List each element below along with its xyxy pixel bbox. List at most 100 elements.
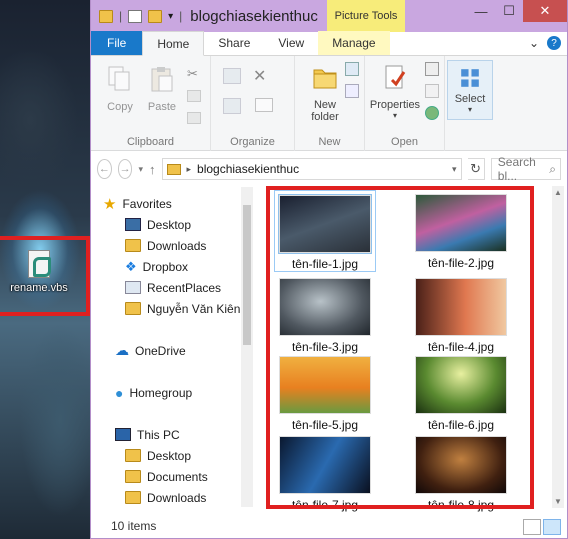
properties-qat-icon[interactable] <box>128 9 143 23</box>
paste-icon <box>151 67 173 92</box>
file-item[interactable]: tên-file-3.jpg <box>274 278 376 354</box>
status-bar: 10 items <box>91 514 567 538</box>
open-icon[interactable] <box>425 62 439 76</box>
back-button[interactable]: ← <box>97 159 112 179</box>
ribbon-group-organize: ✕ Organize <box>211 56 295 151</box>
tab-file[interactable]: File <box>91 31 143 55</box>
nav-dropbox[interactable]: ❖ Dropbox <box>125 256 188 277</box>
chevron-down-icon[interactable]: ▾ <box>452 164 457 175</box>
delete-icon[interactable]: ✕ <box>253 66 273 85</box>
nav-pc-desktop[interactable]: Desktop <box>125 445 191 466</box>
search-input[interactable]: Search bl... ⌕ <box>490 155 561 183</box>
image-thumbnail <box>415 278 507 336</box>
scroll-down-icon[interactable]: ▼ <box>554 497 562 506</box>
folder-icon <box>125 470 141 483</box>
nav-user-folder[interactable]: Nguyễn Văn Kiên <box>125 298 240 319</box>
new-folder-qat-icon[interactable] <box>148 9 163 23</box>
paste-shortcut-icon[interactable] <box>187 112 201 124</box>
nav-pc-downloads[interactable]: Downloads <box>125 487 206 508</box>
navigation-pane: ★ Favorites Desktop Downloads ❖ Dropbox … <box>91 187 253 508</box>
chevron-right-icon: ▸ <box>186 163 192 174</box>
recent-locations-icon[interactable]: ▾ <box>138 164 143 175</box>
copy-to-icon[interactable] <box>223 98 241 114</box>
new-folder-button[interactable]: New folder <box>303 62 347 123</box>
nav-pc-documents[interactable]: Documents <box>125 466 208 487</box>
address-bar[interactable]: ▸ blogchiasekienthuc ▾ <box>161 158 462 180</box>
edit-icon[interactable] <box>425 84 439 98</box>
tab-manage[interactable]: Manage <box>318 31 390 55</box>
tab-view[interactable]: View <box>264 31 318 55</box>
file-item[interactable]: tên-file-1.jpg <box>274 190 376 272</box>
open-group-label: Open <box>391 136 418 148</box>
ribbon-tabs: File Home Share View Manage ⌄ ? <box>91 31 567 56</box>
image-thumbnail <box>279 436 371 494</box>
image-thumbnail <box>415 194 507 252</box>
file-item[interactable]: tên-file-5.jpg <box>274 356 376 432</box>
details-view-button[interactable] <box>523 519 541 535</box>
nav-desktop[interactable]: Desktop <box>125 214 191 235</box>
rename-icon[interactable] <box>255 98 273 112</box>
downloads-folder-icon <box>125 239 141 252</box>
minimize-button[interactable]: — <box>467 0 495 22</box>
file-list-scrollbar[interactable]: ▲ ▼ <box>552 186 564 508</box>
move-to-icon[interactable] <box>223 68 241 84</box>
copy-button[interactable]: Copy <box>101 64 139 113</box>
new-group-label: New <box>318 136 341 148</box>
address-bar-row: ← → ▾ ↑ ▸ blogchiasekienthuc ▾ ↻ Search … <box>91 151 567 187</box>
folder-icon <box>166 163 181 175</box>
copy-icon <box>108 66 130 91</box>
chevron-down-icon[interactable]: ▾ <box>168 11 173 22</box>
new-item-icon[interactable] <box>345 62 359 76</box>
maximize-button[interactable]: ☐ <box>495 0 523 22</box>
file-item[interactable]: tên-file-8.jpg <box>410 436 512 512</box>
file-item[interactable]: tên-file-4.jpg <box>410 278 512 354</box>
copy-path-icon[interactable] <box>187 90 201 102</box>
organize-group-label: Organize <box>230 136 275 148</box>
quick-access-toolbar: | ▾ | <box>91 9 182 23</box>
nav-downloads[interactable]: Downloads <box>125 235 206 256</box>
up-arrow-icon[interactable]: ↑ <box>149 162 156 177</box>
tab-share[interactable]: Share <box>204 31 264 55</box>
nav-recentplaces[interactable]: RecentPlaces <box>125 277 221 298</box>
address-path: blogchiasekienthuc <box>197 162 300 176</box>
select-button[interactable]: Select ▾ <box>447 60 493 120</box>
desktop-icon <box>125 218 141 231</box>
picture-tools-context-label: Picture Tools <box>327 0 405 32</box>
cut-icon[interactable]: ✂ <box>187 66 201 81</box>
nav-onedrive[interactable]: ☁ OneDrive <box>115 340 186 361</box>
file-item[interactable]: tên-file-7.jpg <box>274 436 376 512</box>
history-icon[interactable] <box>425 106 439 120</box>
image-thumbnail <box>415 356 507 414</box>
properties-button[interactable]: Properties ▾ <box>367 62 423 120</box>
tab-home[interactable]: Home <box>142 31 205 56</box>
title-bar: | ▾ | blogchiasekienthuc Picture Tools —… <box>91 0 567 32</box>
file-item[interactable]: tên-file-2.jpg <box>410 194 512 270</box>
nav-this-pc[interactable]: This PC <box>115 424 180 445</box>
clipboard-group-label: Clipboard <box>126 136 175 148</box>
nav-favorites[interactable]: ★ Favorites <box>103 193 172 214</box>
large-icons-view-button[interactable] <box>543 519 561 535</box>
folder-icon <box>99 9 113 23</box>
refresh-button[interactable]: ↻ <box>467 158 485 180</box>
scroll-up-icon[interactable]: ▲ <box>554 188 562 197</box>
nav-scrollbar-thumb[interactable] <box>243 205 251 345</box>
folder-icon <box>125 449 141 462</box>
user-folder-icon <box>125 302 141 315</box>
folder-icon <box>125 491 141 504</box>
nav-scrollbar[interactable] <box>241 187 253 507</box>
image-thumbnail <box>278 194 372 254</box>
forward-button[interactable]: → <box>117 159 133 179</box>
easy-access-icon[interactable] <box>345 84 359 98</box>
paste-button[interactable]: Paste <box>143 64 181 113</box>
window-controls: — ☐ ✕ <box>467 0 567 22</box>
chevron-down-icon: ▾ <box>392 111 397 120</box>
close-button[interactable]: ✕ <box>523 0 567 22</box>
help-icon[interactable]: ? <box>547 36 561 50</box>
ribbon-expand-icon[interactable]: ⌄ <box>529 36 539 50</box>
computer-icon <box>115 428 131 441</box>
nav-homegroup[interactable]: ● Homegroup <box>115 382 192 403</box>
file-item[interactable]: tên-file-6.jpg <box>410 356 512 432</box>
recent-places-icon <box>125 281 141 294</box>
select-icon <box>461 69 479 87</box>
window-title: blogchiasekienthuc <box>190 7 318 25</box>
